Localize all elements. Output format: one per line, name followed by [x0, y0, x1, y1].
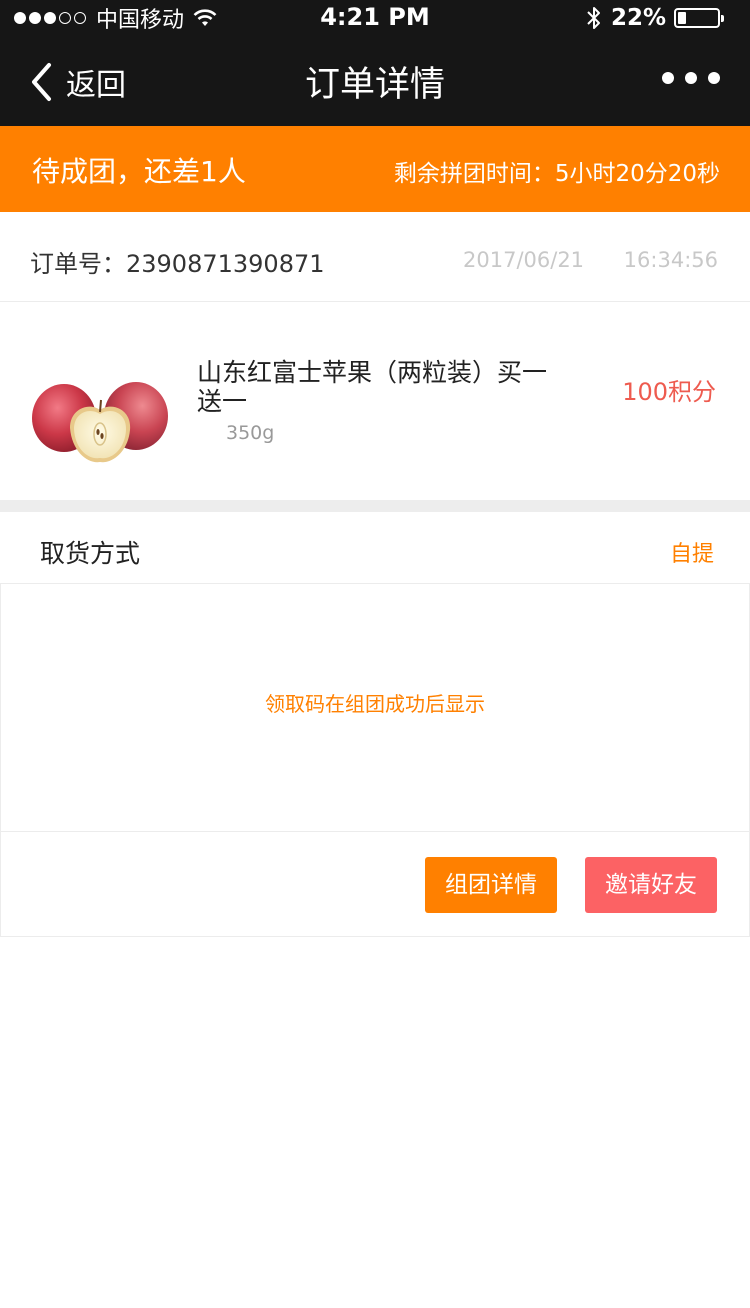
navigation-bar: 返回 订单详情: [0, 38, 750, 126]
product-item[interactable]: 山东红富士苹果（两粒装）买一送一 350g 100积分: [0, 302, 750, 500]
pickup-method-value: 自提: [669, 542, 714, 567]
apple-image: [32, 382, 168, 463]
pickup-code-note: 领取码在组团成功后显示: [265, 692, 485, 716]
group-countdown: 剩余拼团时间：5小时20分20秒: [393, 161, 720, 187]
page-title: 订单详情: [304, 65, 445, 105]
group-status-banner: 待成团，还差1人 剩余拼团时间：5小时20分20秒: [0, 126, 750, 212]
product-name: 山东红富士苹果（两粒装）买一送一: [197, 358, 548, 416]
group-status-text: 待成团，还差1人: [32, 155, 246, 188]
section-divider: [0, 500, 750, 512]
order-time: 16:34:56: [623, 248, 718, 272]
battery-percent: 22%: [610, 5, 666, 31]
pickup-code-area: 领取码在组团成功后显示: [0, 584, 750, 832]
pickup-method-row: 取货方式 自提: [0, 512, 750, 584]
order-info-row: 订单号：2390871390871 2017/06/21 16:34:56: [0, 212, 750, 302]
status-bar: 中国移动 4:21 PM 22%: [0, 0, 750, 38]
order-detail-page: 中国移动 4:21 PM 22% 返回 订单详情 待成团，还差1人 剩余拼团时间…: [0, 0, 750, 1308]
product-points: 100积分: [622, 378, 716, 406]
order-number: 订单号：2390871390871: [30, 250, 325, 278]
more-dots-icon[interactable]: [662, 72, 720, 84]
pickup-method-label: 取货方式: [40, 539, 141, 568]
group-detail-button[interactable]: 组团详情: [425, 857, 557, 913]
order-date: 2017/06/21: [463, 248, 585, 272]
action-bar: 组团详情 邀请好友: [0, 832, 750, 937]
invite-friends-button[interactable]: 邀请好友: [585, 857, 717, 913]
bluetooth-icon: [587, 7, 600, 29]
status-right: 22%: [585, 4, 724, 32]
battery-icon: [674, 8, 724, 28]
product-spec: 350g: [226, 422, 275, 444]
